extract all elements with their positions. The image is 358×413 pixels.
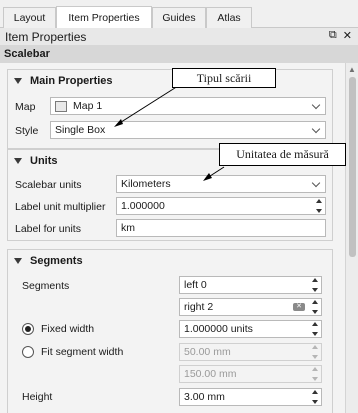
clear-icon[interactable]: ✕ (293, 303, 305, 311)
scalebar-units-combobox[interactable]: Kilometers (116, 175, 326, 193)
spin-buttons-icon[interactable] (310, 278, 319, 292)
map-combobox[interactable]: Map 1 (50, 97, 326, 115)
segments-right-value: right 2 (184, 301, 214, 313)
collapse-arrow-icon (14, 258, 22, 264)
float-panel-icon[interactable]: ⧉ (329, 29, 337, 42)
tab-bar: Layout Item Properties Guides Atlas (0, 0, 358, 29)
spin-buttons-icon[interactable] (310, 300, 319, 314)
segments-right-spinbox[interactable]: right 2 ✕ (179, 298, 322, 316)
close-panel-icon[interactable]: ✕ (343, 29, 352, 42)
chevron-down-icon (311, 178, 321, 188)
height-spinbox[interactable]: 3.00 mm (179, 388, 322, 406)
spin-buttons-icon[interactable] (310, 345, 319, 359)
main-properties-group: Main Properties Map Map 1 Style Single B… (7, 69, 333, 149)
segments-header[interactable]: Segments (14, 255, 83, 267)
spin-buttons-icon[interactable] (310, 322, 319, 336)
scroll-up-arrow-icon[interactable]: ▲ (348, 65, 356, 74)
properties-scroll-area: Main Properties Map Map 1 Style Single B… (0, 63, 345, 413)
scrollbar-thumb[interactable] (349, 77, 356, 257)
fit-segment-width-label: Fit segment width (41, 346, 124, 358)
tab-atlas[interactable]: Atlas (206, 7, 252, 28)
panel-title-text: Item Properties (5, 29, 87, 44)
group-title: Main Properties (30, 75, 113, 87)
fit-segment-width-radio[interactable] (22, 346, 34, 358)
panel-buttons: ⧉ ✕ (329, 29, 352, 42)
scalebar-units-label: Scalebar units (15, 179, 82, 191)
spin-buttons-icon[interactable] (310, 390, 319, 404)
item-type-header: Scalebar (0, 45, 358, 63)
tab-item-properties[interactable]: Item Properties (56, 6, 152, 29)
tab-label: Item Properties (68, 12, 140, 24)
fixed-width-radio[interactable] (22, 323, 34, 335)
segments-left-spinbox[interactable]: left 0 (179, 276, 322, 294)
map-label: Map (15, 101, 36, 113)
label-for-units-label: Label for units (15, 223, 81, 235)
tab-label: Layout (13, 12, 46, 24)
map-value: Map 1 (73, 100, 103, 112)
collapse-arrow-icon (14, 158, 22, 164)
group-title: Units (30, 155, 58, 167)
spin-buttons-icon[interactable] (310, 367, 319, 381)
fixed-width-spinbox[interactable]: 1.000000 units (179, 320, 322, 338)
label-for-units-value: km (121, 222, 135, 234)
label-for-units-input[interactable]: km (116, 219, 326, 237)
fixed-width-label: Fixed width (41, 323, 95, 335)
style-callout: Tipul scării (172, 68, 276, 88)
group-title: Segments (30, 255, 83, 267)
fixed-width-value: 1.000000 units (184, 323, 253, 335)
label-multiplier-label: Label unit multiplier (15, 201, 106, 213)
collapse-arrow-icon (14, 78, 22, 84)
chevron-down-icon (311, 124, 321, 134)
item-type-title: Scalebar (4, 48, 50, 60)
fit-max-value: 150.00 mm (184, 368, 237, 380)
fit-min-spinbox[interactable]: 50.00 mm (179, 343, 322, 361)
style-callout-text: Tipul scării (196, 70, 252, 85)
height-value: 3.00 mm (184, 391, 225, 403)
style-label: Style (15, 125, 39, 137)
fit-max-spinbox[interactable]: 150.00 mm (179, 365, 322, 383)
units-header[interactable]: Units (14, 155, 58, 167)
chevron-down-icon (311, 100, 321, 110)
segments-left-value: left 0 (184, 279, 207, 291)
map-icon (55, 100, 67, 112)
segments-label: Segments (22, 280, 70, 292)
panel-title: Item Properties (0, 28, 358, 45)
spin-buttons-icon[interactable] (314, 199, 323, 213)
segments-group: Segments Segments left 0 right 2 ✕ Fixed… (7, 249, 333, 413)
scalebar-units-value: Kilometers (121, 178, 171, 190)
tab-guides[interactable]: Guides (152, 7, 206, 28)
units-callout: Unitatea de măsură (219, 143, 346, 166)
main-properties-header[interactable]: Main Properties (14, 75, 113, 87)
label-multiplier-value: 1.000000 (121, 200, 165, 212)
style-value: Single Box (55, 124, 106, 136)
tab-label: Atlas (217, 12, 241, 24)
tab-label: Guides (162, 12, 196, 24)
vertical-scrollbar[interactable]: ▲ (345, 63, 358, 413)
units-callout-text: Unitatea de măsură (236, 147, 329, 161)
fit-min-value: 50.00 mm (184, 346, 231, 358)
label-multiplier-spinbox[interactable]: 1.000000 (116, 197, 326, 215)
tab-layout[interactable]: Layout (3, 7, 56, 28)
height-label: Height (22, 391, 53, 403)
style-combobox[interactable]: Single Box (50, 121, 326, 139)
